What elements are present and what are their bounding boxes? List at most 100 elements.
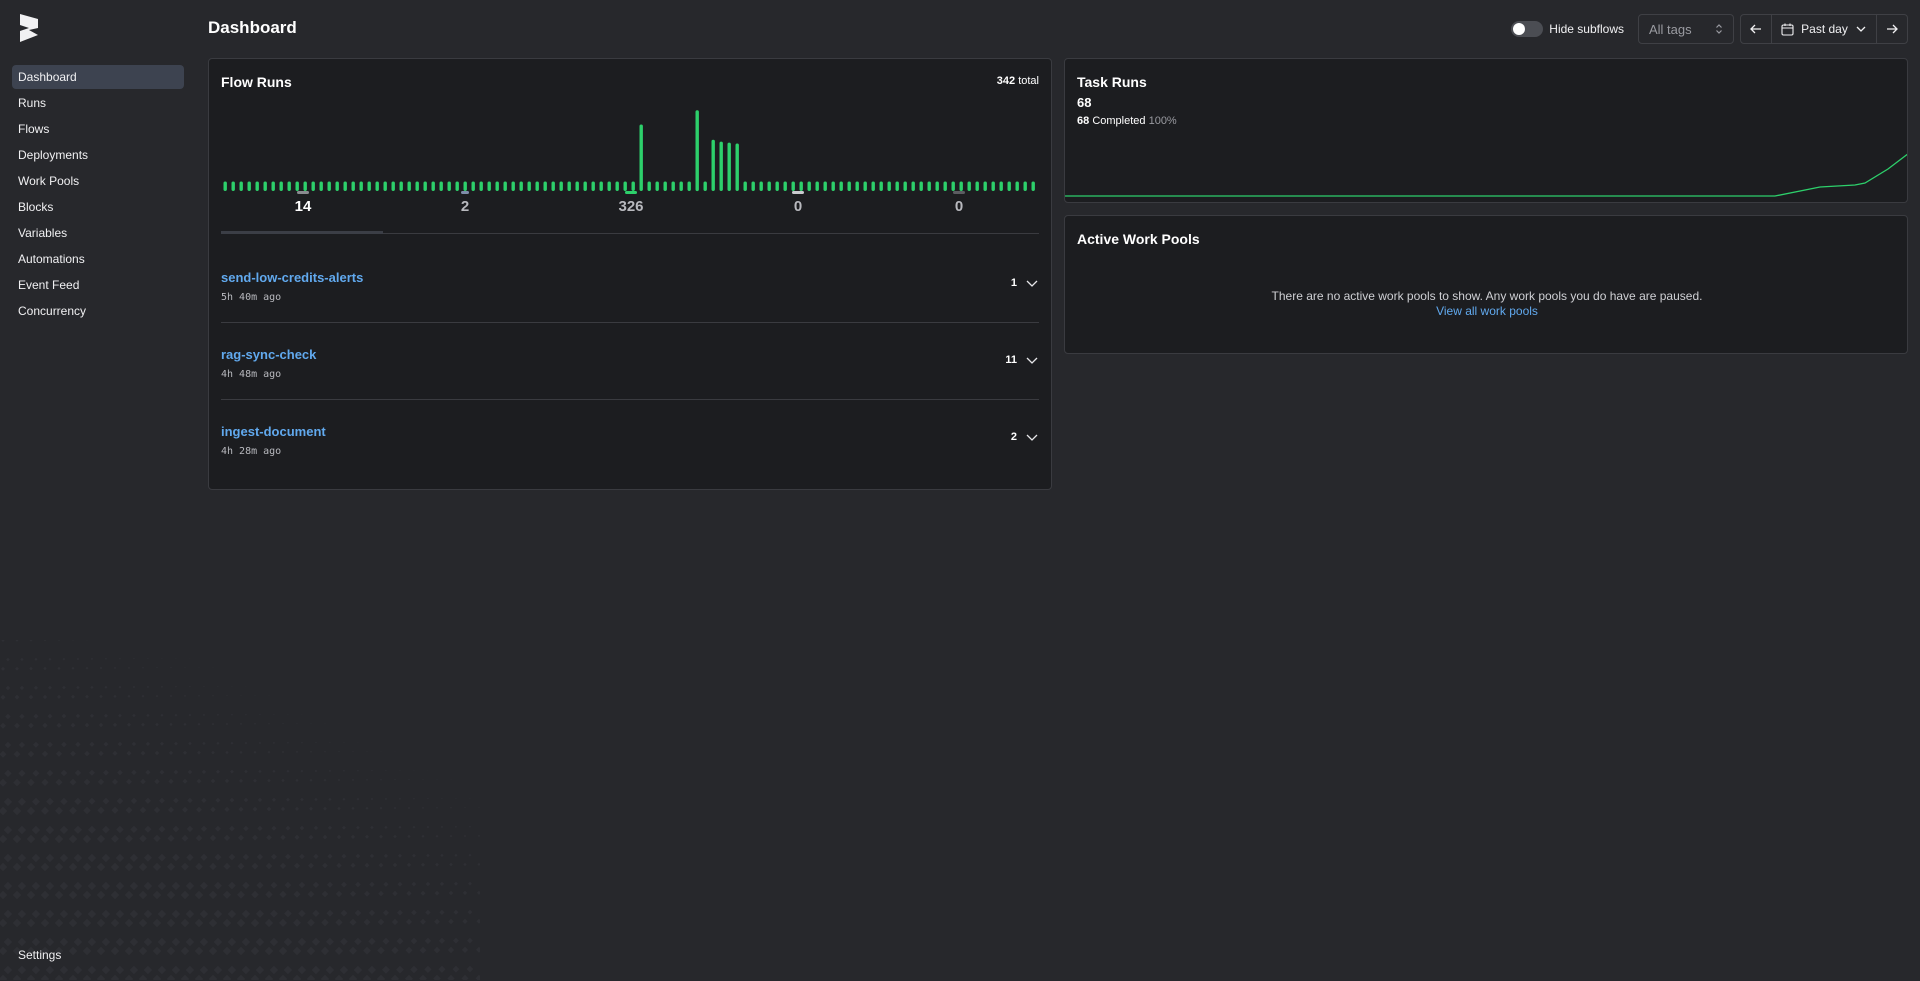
sidebar-item-flows[interactable]: Flows <box>12 117 184 141</box>
flow-run-bar[interactable] <box>791 181 795 192</box>
flow-run-bar[interactable] <box>831 181 835 192</box>
hide-subflows-toggle[interactable] <box>1511 21 1544 37</box>
stat-tab-failed[interactable]: 0 <box>758 191 838 215</box>
flow-run-bar[interactable] <box>727 142 731 191</box>
flow-run-bar[interactable] <box>783 181 787 192</box>
stat-tab-cancelled[interactable]: 0 <box>919 191 999 215</box>
flow-run-bar[interactable] <box>887 181 891 192</box>
flow-run-bar[interactable] <box>687 181 691 192</box>
flow-run-bar[interactable] <box>455 181 459 192</box>
flow-run-bar[interactable] <box>231 181 235 192</box>
flow-run-bar[interactable] <box>567 181 571 192</box>
stat-tab-late[interactable]: 14 <box>263 191 343 215</box>
flow-run-bar[interactable] <box>663 181 667 192</box>
flow-run-bar[interactable] <box>543 181 547 192</box>
sidebar-item-concurrency[interactable]: Concurrency <box>12 299 184 323</box>
sidebar-item-deployments[interactable]: Deployments <box>12 143 184 167</box>
flow-run-bar[interactable] <box>799 181 803 192</box>
flow-run-bar[interactable] <box>367 181 371 192</box>
flow-run-bar[interactable] <box>967 181 971 192</box>
flow-run-bar[interactable] <box>959 181 963 192</box>
flow-run-bar[interactable] <box>999 181 1003 192</box>
flow-run-bar[interactable] <box>575 181 579 192</box>
flow-run-bar[interactable] <box>351 181 355 192</box>
flow-run-bar[interactable] <box>431 181 435 192</box>
view-all-work-pools-link[interactable]: View all work pools <box>1065 304 1909 318</box>
flow-run-bar[interactable] <box>863 181 867 192</box>
flow-run-bar[interactable] <box>263 181 267 192</box>
flow-run-bar[interactable] <box>911 181 915 192</box>
prefect-logo[interactable] <box>18 13 40 43</box>
flow-run-bar[interactable] <box>775 181 779 192</box>
flow-row-expand[interactable]: 2 <box>1011 430 1039 444</box>
flow-run-bar[interactable] <box>951 181 955 192</box>
flow-run-bar[interactable] <box>871 181 875 192</box>
flow-run-bar[interactable] <box>631 181 635 192</box>
sidebar-item-variables[interactable]: Variables <box>12 221 184 245</box>
flow-run-bar[interactable] <box>247 181 251 192</box>
flow-run-bar[interactable] <box>583 181 587 192</box>
stat-tab-scheduled[interactable]: 2 <box>425 191 505 215</box>
flow-run-bar[interactable] <box>415 181 419 192</box>
flow-run-bar[interactable] <box>407 181 411 192</box>
flow-run-bar[interactable] <box>615 181 619 192</box>
flow-run-bar[interactable] <box>271 181 275 192</box>
sidebar-item-settings[interactable]: Settings <box>18 948 61 962</box>
flow-run-bar[interactable] <box>439 181 443 192</box>
flow-run-bar[interactable] <box>383 181 387 192</box>
flow-run-bar[interactable] <box>375 181 379 192</box>
flow-run-bar[interactable] <box>295 181 299 192</box>
flow-run-bar[interactable] <box>535 181 539 192</box>
sidebar-item-automations[interactable]: Automations <box>12 247 184 271</box>
flow-run-bar[interactable] <box>1007 181 1011 192</box>
flow-run-bar[interactable] <box>639 124 643 192</box>
flow-run-bar[interactable] <box>919 181 923 192</box>
flow-run-bar[interactable] <box>695 110 699 192</box>
flow-run-bar[interactable] <box>335 181 339 192</box>
flow-run-bar[interactable] <box>823 181 827 192</box>
flow-run-bar[interactable] <box>807 181 811 192</box>
flow-run-bar[interactable] <box>839 181 843 192</box>
flow-run-bar[interactable] <box>391 181 395 192</box>
flow-run-bar[interactable] <box>591 181 595 192</box>
flow-run-bar[interactable] <box>479 181 483 192</box>
flow-row-expand[interactable]: 1 <box>1011 276 1039 290</box>
flow-run-bar[interactable] <box>855 181 859 192</box>
flow-run-bar[interactable] <box>559 181 563 192</box>
flow-name-link[interactable]: ingest-document <box>221 424 326 439</box>
flow-run-bar[interactable] <box>327 181 331 192</box>
flow-run-bar[interactable] <box>767 181 771 192</box>
flow-name-link[interactable]: send-low-credits-alerts <box>221 270 363 285</box>
next-range-button[interactable] <box>1876 15 1907 43</box>
sidebar-item-work-pools[interactable]: Work Pools <box>12 169 184 193</box>
sidebar-item-blocks[interactable]: Blocks <box>12 195 184 219</box>
flow-run-bar[interactable] <box>1031 181 1035 192</box>
flow-run-bar[interactable] <box>599 181 603 192</box>
flow-run-bar[interactable] <box>463 181 467 192</box>
flow-row-expand[interactable]: 11 <box>1005 353 1039 367</box>
flow-run-bar[interactable] <box>223 181 227 192</box>
date-range-button[interactable]: Past day <box>1772 15 1876 43</box>
flow-run-bar[interactable] <box>743 181 747 192</box>
tags-select[interactable]: All tags <box>1638 14 1734 44</box>
flow-run-bar[interactable] <box>423 181 427 192</box>
flow-run-bar[interactable] <box>759 181 763 192</box>
flow-run-bar[interactable] <box>983 181 987 192</box>
flow-run-bar[interactable] <box>719 141 723 191</box>
flow-run-bar[interactable] <box>1023 181 1027 192</box>
flow-run-bar[interactable] <box>647 181 651 192</box>
stat-tab-completed[interactable]: 326 <box>591 191 671 215</box>
flow-run-bar[interactable] <box>311 181 315 192</box>
flow-run-bar[interactable] <box>487 181 491 192</box>
sidebar-item-dashboard[interactable]: Dashboard <box>12 65 184 89</box>
flow-run-bar[interactable] <box>359 181 363 192</box>
flow-run-bar[interactable] <box>943 181 947 192</box>
previous-range-button[interactable] <box>1741 15 1772 43</box>
flow-run-bar[interactable] <box>343 181 347 192</box>
flow-run-bar[interactable] <box>711 139 715 191</box>
flow-run-bar[interactable] <box>815 181 819 192</box>
flow-run-bar[interactable] <box>903 181 907 192</box>
flow-run-bar[interactable] <box>551 181 555 192</box>
flow-run-bar[interactable] <box>519 181 523 192</box>
flow-run-bar[interactable] <box>447 181 451 192</box>
